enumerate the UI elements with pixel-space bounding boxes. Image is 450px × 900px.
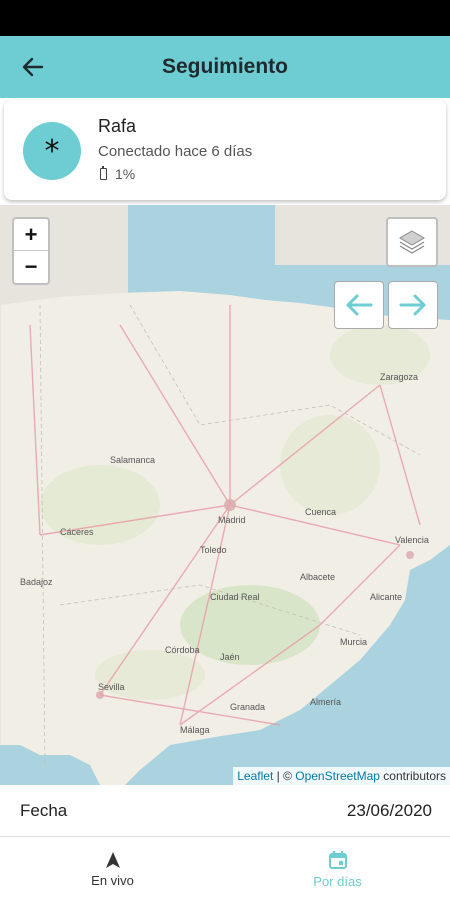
map-label: Córdoba <box>165 645 200 655</box>
map-label: Alicante <box>370 592 402 602</box>
map-label: Almería <box>310 697 341 707</box>
avatar: * <box>23 122 81 180</box>
device-name: Rafa <box>98 116 137 136</box>
arrow-left-icon <box>346 294 373 316</box>
nav-item-label: En vivo <box>91 872 134 888</box>
nav-item-label: Por días <box>313 873 362 889</box>
map-label: Zaragoza <box>380 372 418 382</box>
zoom-control: + − <box>12 217 50 285</box>
map-attribution: Leaflet | © OpenStreetMap contributors <box>233 767 450 785</box>
arrow-right-icon <box>399 294 426 316</box>
battery-icon <box>100 166 107 180</box>
zoom-in-button[interactable]: + <box>14 219 48 251</box>
arrow-left-icon <box>22 57 44 77</box>
layers-icon <box>399 230 425 254</box>
leaflet-link[interactable]: Leaflet <box>237 769 273 783</box>
osm-link[interactable]: OpenStreetMap <box>295 769 380 783</box>
map-label: Salamanca <box>110 455 155 465</box>
date-label: Fecha <box>20 801 68 820</box>
back-button[interactable] <box>16 52 50 82</box>
nav-item-by-days[interactable]: Por días <box>225 838 450 900</box>
device-card[interactable]: * Rafa Conectado hace 6 días 1% <box>4 100 446 200</box>
page-title: Seguimiento <box>161 55 288 78</box>
bottom-navigation: En vivo Por días <box>0 838 450 900</box>
attribution-contributors: contributors <box>379 769 446 783</box>
map-label: Toledo <box>200 545 227 555</box>
navigation-arrow-icon <box>105 851 120 868</box>
nav-item-live[interactable]: En vivo <box>0 838 225 900</box>
map-label: Albacete <box>300 572 335 582</box>
date-value[interactable]: 23/06/2020 <box>347 801 432 821</box>
app-bar: Seguimiento <box>0 36 450 98</box>
map-view[interactable]: Madrid Sevilla Granada Valencia Zaragoza… <box>0 205 450 785</box>
map-label: Málaga <box>180 725 210 735</box>
map-label: Murcia <box>340 637 367 647</box>
map-label: Sevilla <box>98 682 125 692</box>
battery-indicator: 1% <box>100 166 135 182</box>
previous-day-button[interactable] <box>334 281 384 329</box>
map-label: Cuenca <box>305 507 336 517</box>
map-label: Badajoz <box>20 577 53 587</box>
date-row[interactable]: Fecha 23/06/2020 <box>0 785 450 837</box>
connection-status: Conectado hace 6 días <box>98 143 253 160</box>
map-label: Ciudad Real <box>210 592 260 602</box>
status-bar <box>0 0 450 36</box>
map-label: Madrid <box>218 515 246 525</box>
map-label: Valencia <box>395 535 429 545</box>
calendar-icon <box>328 850 347 869</box>
map-label: Cáceres <box>60 527 94 537</box>
battery-level: 1% <box>115 166 136 182</box>
layers-button[interactable] <box>386 217 438 267</box>
map-label: Granada <box>230 702 265 712</box>
map-label: Jaén <box>220 652 240 662</box>
zoom-out-button[interactable]: − <box>14 251 48 283</box>
attribution-separator: | © <box>273 769 296 783</box>
next-day-button[interactable] <box>388 281 438 329</box>
